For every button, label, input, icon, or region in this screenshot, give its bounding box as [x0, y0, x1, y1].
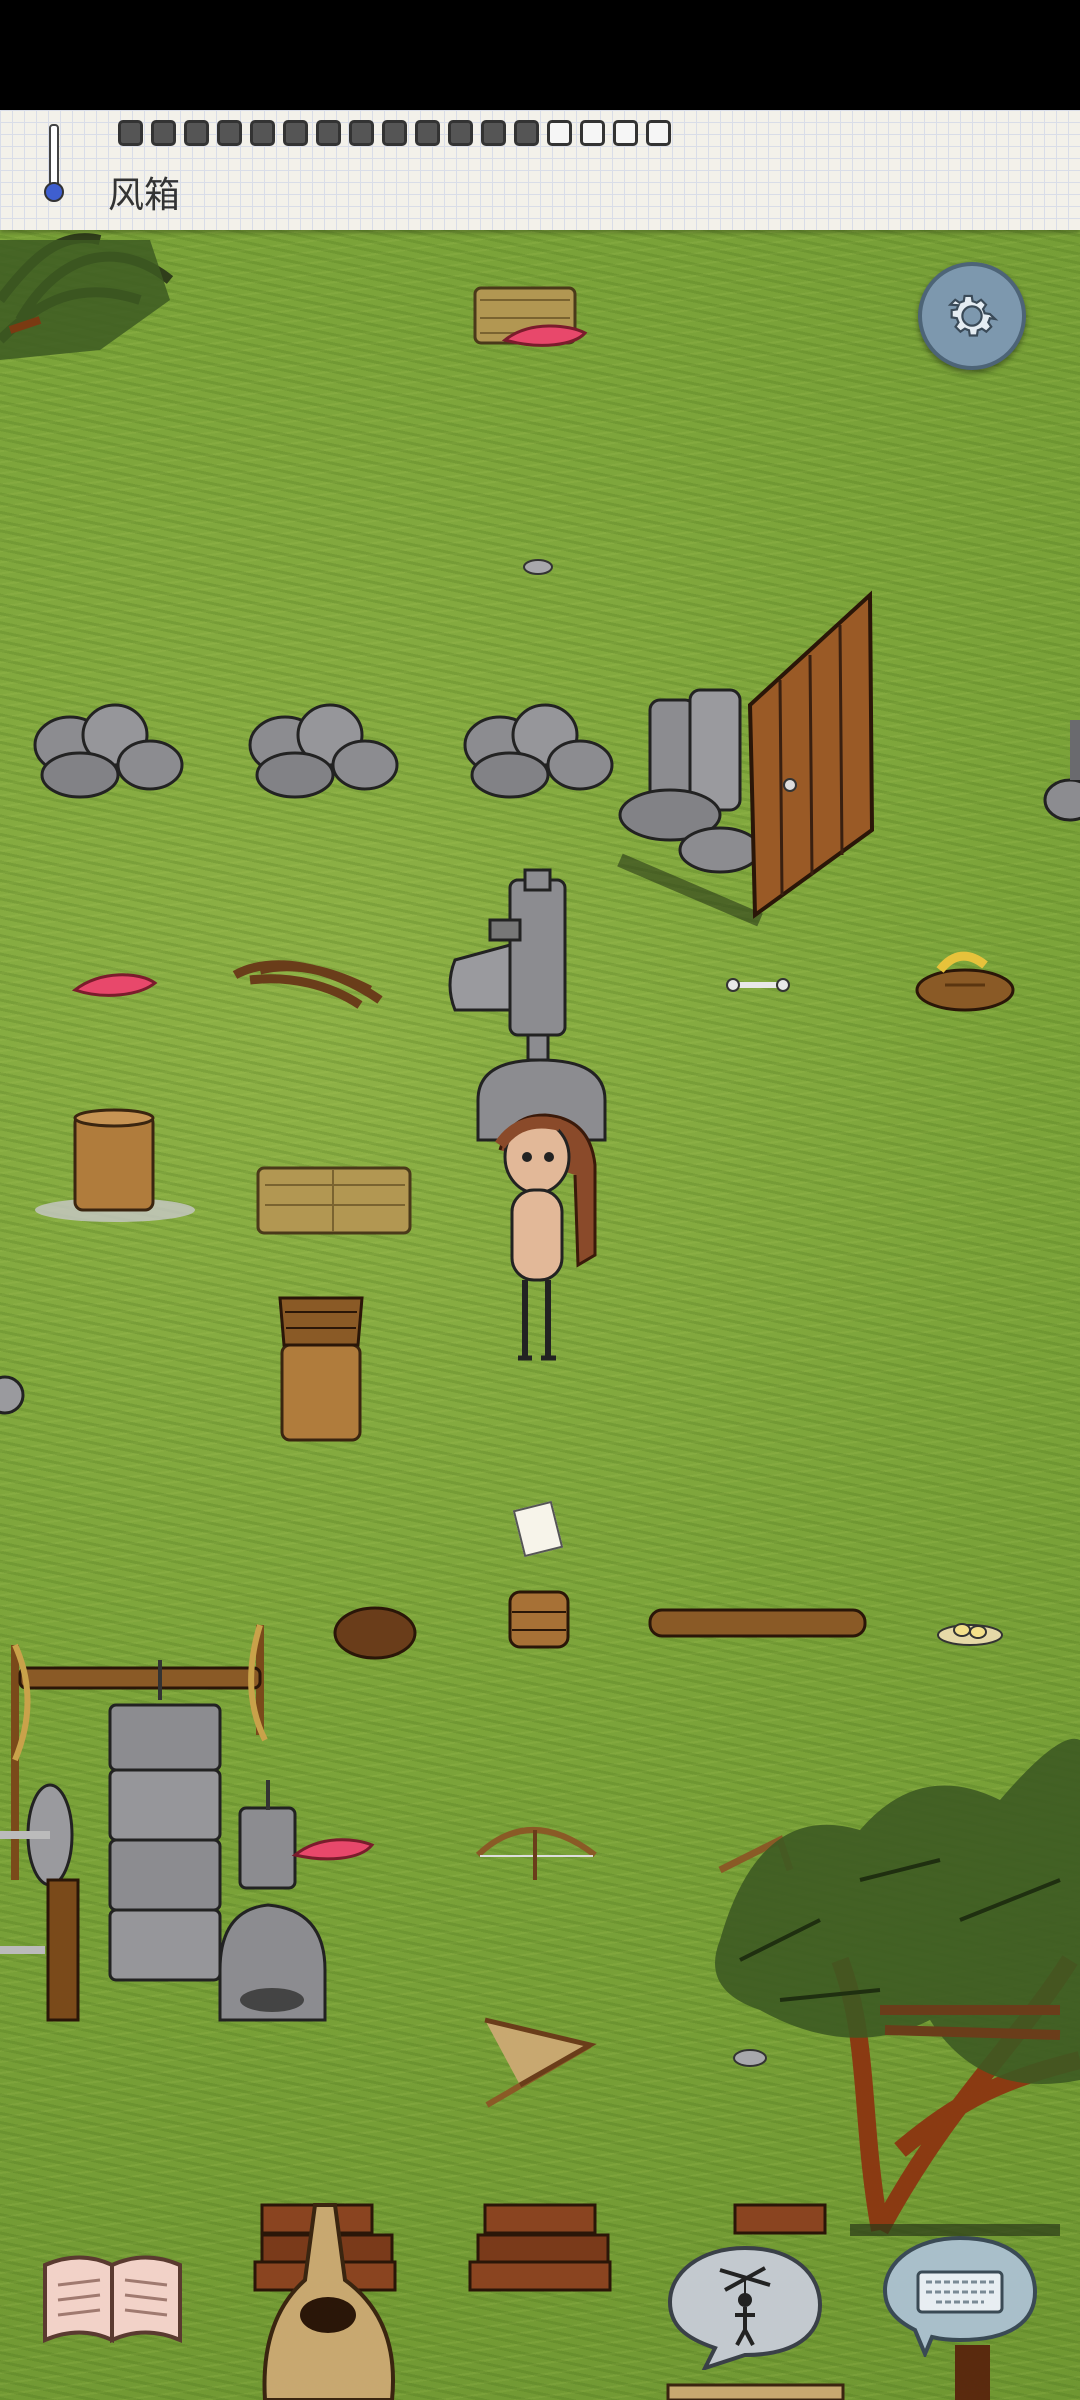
food-pip	[382, 120, 407, 146]
food-pip	[151, 120, 176, 146]
emote-button[interactable]	[665, 2240, 825, 2372]
keyboard-chat-button[interactable]	[880, 2232, 1040, 2360]
puppet-speech-icon	[667, 2245, 823, 2372]
basket-crock[interactable]	[278, 1296, 364, 1442]
food-meter	[118, 120, 671, 154]
small-rock-bottom[interactable]	[733, 2049, 767, 2067]
food-pip	[514, 120, 539, 146]
wooden-plank-bottom[interactable]	[666, 2383, 845, 2400]
food-pip	[349, 120, 374, 146]
adobe-brick-stack-3[interactable]	[733, 2203, 827, 2235]
held-item-label: 风箱	[108, 175, 181, 216]
log[interactable]	[648, 1608, 867, 1638]
status-bar	[0, 0, 1080, 110]
wooden-door[interactable]	[747, 590, 875, 919]
food-pip	[415, 120, 440, 146]
open-book-icon	[43, 2255, 182, 2344]
small-basket[interactable]	[508, 1590, 570, 1649]
food-pip	[481, 120, 506, 146]
adobe-brick-stack-2[interactable]	[468, 2203, 612, 2292]
stone-wall-corner[interactable]	[617, 688, 763, 927]
pine-tree-top-left[interactable]	[0, 233, 174, 360]
raw-meat-left[interactable]	[71, 973, 158, 997]
rock-pile-3[interactable]	[463, 703, 614, 799]
pine-tree-bottom-right[interactable]	[715, 1738, 1080, 2236]
food-pip	[217, 120, 242, 146]
food-pip	[118, 120, 143, 146]
settings-button[interactable]	[918, 262, 1026, 370]
bow[interactable]	[475, 1827, 597, 1880]
food-pip	[613, 120, 638, 146]
game-world[interactable]	[0, 110, 1080, 2400]
food-pip	[283, 120, 308, 146]
bone[interactable]	[726, 978, 790, 992]
raw-meat-bottom[interactable]	[291, 1838, 375, 1861]
food-pip	[316, 120, 341, 146]
fire-bow-drill[interactable]	[484, 2017, 597, 2108]
clay-crock[interactable]	[35, 1108, 195, 1222]
rock-pile-1[interactable]	[33, 703, 184, 799]
gear-icon	[947, 294, 999, 337]
bellows-furnace[interactable]	[218, 1780, 327, 2022]
hud-bar: 风箱	[0, 110, 1080, 230]
small-stone[interactable]	[523, 559, 553, 575]
pinecone-pile[interactable]	[333, 1606, 417, 1660]
branches-pile[interactable]	[232, 960, 383, 1009]
food-pip	[547, 120, 572, 146]
food-pip	[184, 120, 209, 146]
banana-basket[interactable]	[915, 951, 1015, 1012]
tech-book-button[interactable]	[40, 2245, 185, 2345]
newcomen-engine[interactable]	[448, 868, 607, 1142]
rock-pile-2[interactable]	[248, 703, 399, 799]
eggs-plate[interactable]	[937, 1623, 1003, 1646]
hay-bundle[interactable]	[256, 1166, 412, 1235]
player-character[interactable]	[495, 1113, 597, 1361]
food-pip	[250, 120, 275, 146]
food-pip	[646, 120, 671, 146]
food-pip	[448, 120, 473, 146]
thermometer-icon	[44, 124, 64, 202]
world-scene	[0, 233, 1080, 2400]
food-pip	[580, 120, 605, 146]
keyboard-speech-icon	[882, 2235, 1038, 2360]
stone-disk-edge[interactable]	[0, 1375, 25, 1415]
rock-edge-right[interactable]	[1043, 778, 1080, 822]
